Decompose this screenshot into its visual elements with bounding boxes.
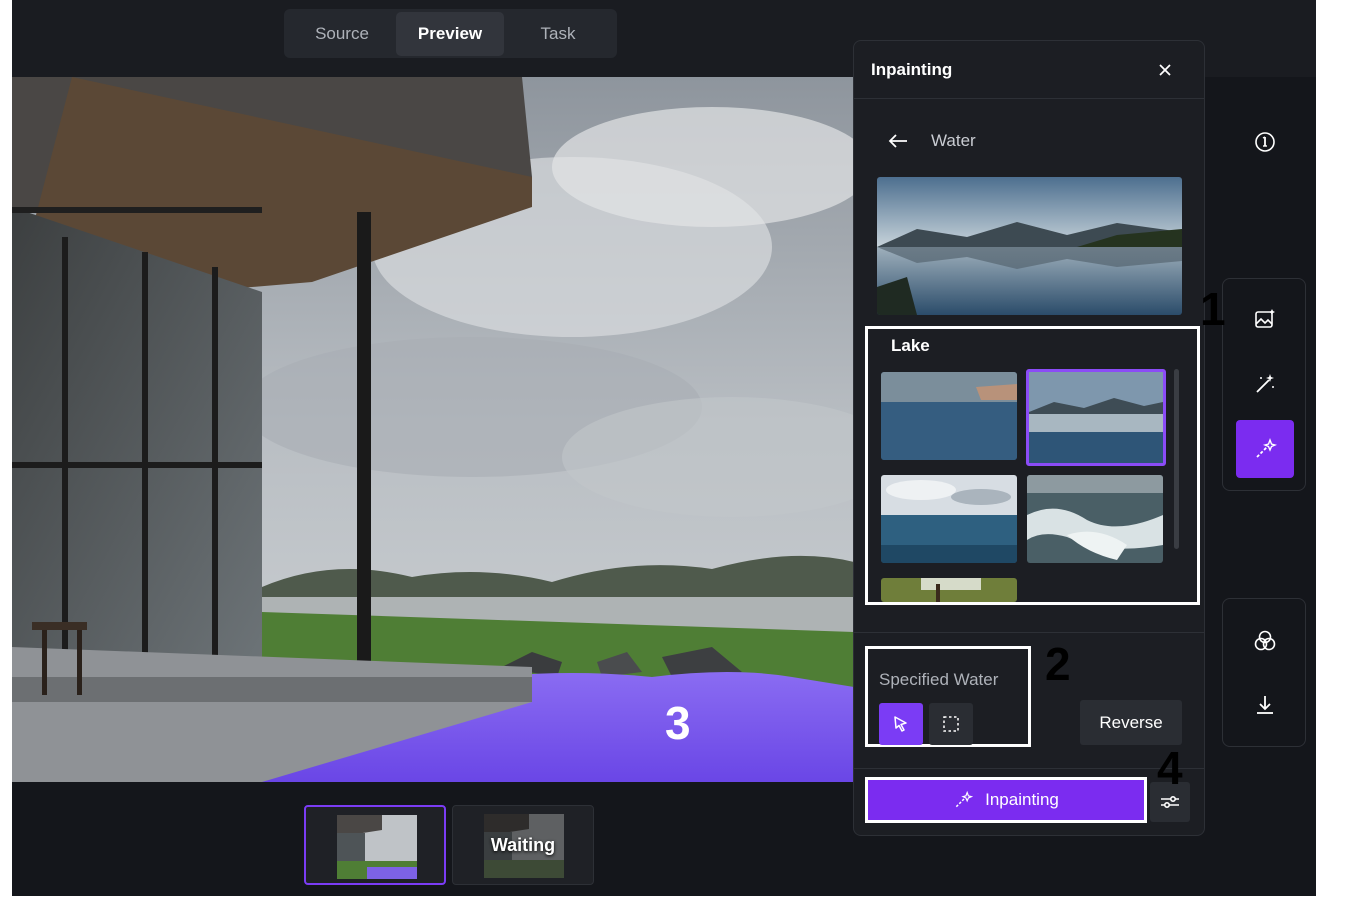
category-preview-image — [877, 177, 1182, 315]
color-circles-icon — [1254, 630, 1276, 651]
inpainting-tool-button[interactable] — [1236, 420, 1294, 478]
view-tabs: Source Preview Task — [284, 9, 617, 58]
arrow-left-icon — [888, 134, 907, 148]
lake-mountain-image — [1029, 372, 1163, 463]
close-button[interactable] — [1153, 58, 1177, 82]
inpainting-panel: Inpainting Water Lake Specified Water Re… — [853, 40, 1205, 836]
waiting-label: Waiting — [490, 834, 556, 855]
close-icon — [1159, 64, 1171, 76]
mode-label: Specified Water — [879, 670, 999, 689]
info-button[interactable] — [1236, 113, 1294, 171]
download-icon — [1257, 696, 1273, 714]
option-lake-mountain-selected[interactable] — [1026, 369, 1166, 466]
annotation-2: 2 — [1045, 638, 1071, 690]
color-adjust-button[interactable] — [1236, 612, 1294, 670]
lake-options-section: Lake — [865, 326, 1200, 605]
tab-source[interactable]: Source — [288, 12, 396, 56]
divider — [854, 768, 1204, 769]
select-pointer-button[interactable] — [879, 703, 923, 745]
image-sparkle-icon — [1255, 309, 1275, 328]
category-title: Lake — [891, 336, 930, 355]
result-thumbnail-selected[interactable] — [304, 805, 446, 885]
inpainting-button-frame: Inpainting — [865, 777, 1147, 823]
thumbnail-image — [337, 815, 417, 879]
magic-wand-sparkle-icon — [1256, 438, 1277, 458]
panel-header: Inpainting — [854, 41, 1204, 99]
result-thumbnail-waiting[interactable]: Waiting — [452, 805, 594, 885]
magic-wand-sparkle-icon — [955, 790, 974, 808]
annotation-4: 4 — [1157, 742, 1183, 794]
back-button[interactable]: Water — [887, 131, 976, 151]
dashed-box-icon — [943, 716, 959, 732]
option-lake-blue[interactable] — [881, 372, 1017, 460]
tab-task[interactable]: Task — [504, 12, 612, 56]
app-window: Source Preview Task Waiting Inpainting W… — [12, 0, 1316, 896]
forest-image — [881, 578, 1017, 602]
image-enhance-button[interactable] — [1236, 290, 1294, 348]
reverse-button[interactable]: Reverse — [1080, 700, 1182, 745]
selection-mode-section: Specified Water — [865, 646, 1031, 747]
inpainting-button[interactable]: Inpainting — [868, 780, 1144, 820]
info-icon — [1255, 132, 1275, 152]
panel-title: Inpainting — [871, 60, 953, 79]
divider — [854, 632, 1204, 633]
waves-image — [1027, 475, 1163, 563]
cursor-icon — [894, 716, 907, 732]
inpainting-button-label: Inpainting — [985, 790, 1059, 809]
magic-edit-button[interactable] — [1236, 355, 1294, 413]
option-forest[interactable] — [881, 578, 1017, 602]
box-select-button[interactable] — [929, 703, 973, 745]
annotation-1: 1 — [1200, 283, 1226, 335]
ocean-image — [881, 475, 1017, 563]
magic-wand-icon — [1256, 374, 1274, 393]
tab-preview[interactable]: Preview — [396, 11, 504, 56]
preview-canvas[interactable] — [12, 77, 854, 782]
lake-blue-image — [881, 372, 1017, 460]
back-label: Water — [931, 131, 976, 150]
scene-image — [12, 77, 854, 782]
option-ocean[interactable] — [881, 475, 1017, 563]
annotation-3: 3 — [665, 697, 691, 749]
download-button[interactable] — [1236, 676, 1294, 734]
sliders-icon — [1161, 795, 1179, 809]
options-scrollbar[interactable] — [1174, 369, 1179, 549]
lake-preview-image — [877, 177, 1182, 315]
option-waves[interactable] — [1027, 475, 1163, 563]
